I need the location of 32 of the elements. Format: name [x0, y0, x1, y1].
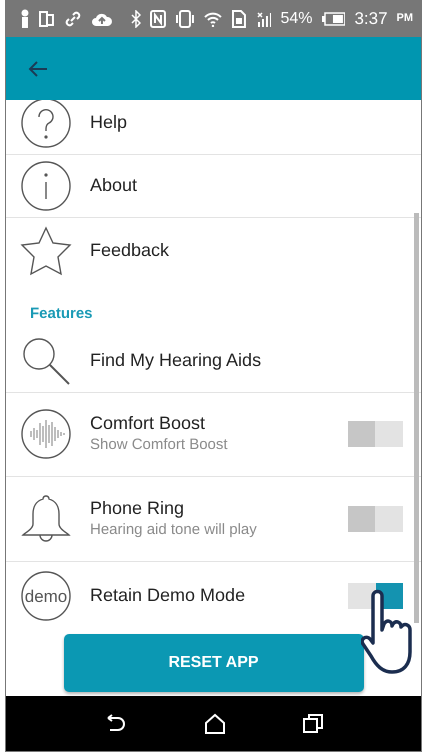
menu-item[interactable]: About [6, 155, 421, 218]
battery-percent: 54% [280, 8, 313, 28]
signal-icon [256, 10, 272, 28]
wifi-icon [204, 10, 222, 26]
tablet-icon [38, 10, 55, 28]
nfc-icon [150, 10, 166, 28]
bell-icon [20, 492, 72, 544]
toggle-switch[interactable] [348, 421, 403, 447]
setting-title: Retain Demo Mode [90, 584, 246, 606]
menu-item[interactable]: Feedback [6, 218, 421, 283]
demo-icon: demo [20, 570, 72, 622]
help-icon [20, 100, 72, 148]
info-icon [20, 160, 72, 212]
toggle-switch[interactable] [348, 506, 403, 532]
star-icon [20, 224, 72, 276]
setting-description: Show Comfort Boost [90, 435, 228, 455]
menu-item[interactable]: Help [6, 100, 421, 155]
vibrate-icon [174, 10, 195, 28]
setting-title: Phone Ring [90, 498, 186, 520]
back-icon[interactable] [104, 714, 126, 734]
setting-description: Hearing aid tone will play [90, 520, 257, 540]
battery-icon [322, 12, 346, 26]
waveform-icon [20, 408, 72, 460]
link-icon [64, 10, 82, 28]
clock-suffix: PM [396, 11, 414, 26]
home-icon[interactable] [204, 712, 226, 734]
sim-icon [230, 10, 247, 28]
bluetooth-icon [130, 10, 141, 28]
setting-title: Comfort Boost [90, 413, 206, 436]
recents-icon[interactable] [302, 714, 322, 734]
section-header: Features [29, 304, 94, 324]
clock-time: 3:37 [354, 8, 388, 30]
